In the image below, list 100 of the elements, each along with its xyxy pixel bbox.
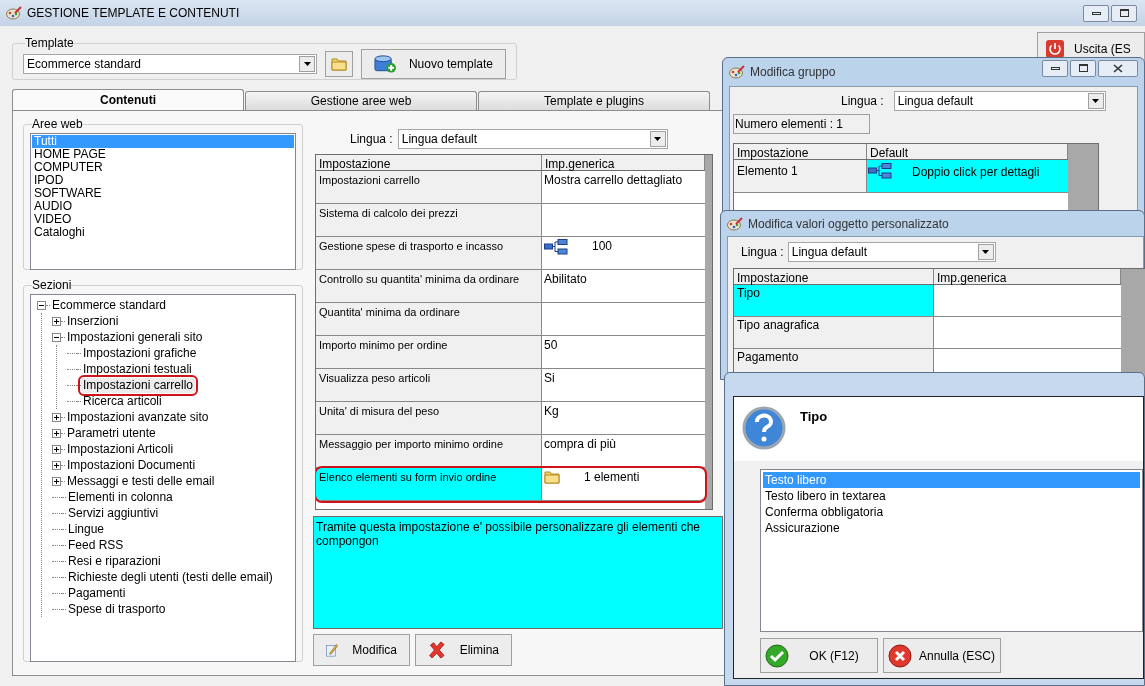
tree-item[interactable]: Servizi aggiuntivi	[66, 505, 161, 521]
palette-icon	[727, 216, 743, 231]
list-item[interactable]: Assicurazione	[763, 520, 1140, 536]
group-label: Aree web	[32, 116, 83, 133]
language-dropdown[interactable]: Lingua default	[893, 91, 1106, 111]
tab[interactable]: Contenuti	[12, 89, 244, 110]
cross-icon	[428, 639, 446, 661]
tree-item[interactable]: Pagamenti	[66, 585, 128, 601]
ok-button[interactable]: OK (F12)	[760, 638, 878, 673]
expand-icon[interactable]	[52, 444, 61, 454]
list-item[interactable]: HOME PAGE	[32, 148, 294, 161]
tab[interactable]: Gestione aree web	[245, 91, 477, 110]
table-cell[interactable]: Elemento 1	[734, 160, 867, 192]
edit-button[interactable]: Modifica	[313, 634, 410, 666]
tree-item[interactable]: Impostazioni Documenti	[65, 457, 198, 473]
expand-icon[interactable]	[52, 412, 61, 422]
expand-icon[interactable]	[52, 476, 61, 486]
table-cell[interactable]: Gestione spese di trasporto e incasso	[316, 237, 542, 269]
tree-item[interactable]: Impostazioni carrello	[81, 377, 196, 393]
delete-button[interactable]: Elimina	[415, 634, 512, 666]
maximize-icon	[1078, 64, 1088, 72]
table-cell[interactable]: Visualizza peso articoli	[316, 369, 542, 401]
tab[interactable]: Template e plugins	[478, 91, 710, 110]
list-item[interactable]: AUDIO	[32, 200, 294, 213]
group-label: Template	[25, 35, 74, 52]
column-header[interactable]: Imp.generica	[934, 269, 1121, 284]
collapse-icon[interactable]	[52, 332, 61, 342]
element-count: Numero elementi : 1	[733, 114, 870, 134]
cross-icon	[888, 643, 912, 668]
power-icon	[1046, 40, 1064, 58]
table-cell[interactable]: Tipo anagrafica	[734, 317, 934, 348]
table-cell[interactable]: Tipo	[734, 285, 934, 316]
language-dropdown[interactable]: Lingua default	[787, 242, 996, 262]
column-header[interactable]: Default	[867, 144, 1068, 159]
table-cell[interactable]: Sistema di calcolo dei prezzi	[316, 204, 542, 236]
tree-item[interactable]: Feed RSS	[66, 537, 126, 553]
table-cell[interactable]: Importo minimo per ordine	[316, 336, 542, 368]
tree-item[interactable]: Parametri utente	[65, 425, 158, 441]
language-dropdown[interactable]: Lingua default	[397, 129, 668, 149]
table-cell[interactable]: Doppio click per dettagli	[867, 160, 1068, 192]
table-cell[interactable]: Si	[544, 371, 555, 385]
language-label: Lingua :	[741, 244, 784, 261]
dialog-title: Modifica valori oggetto personalizzato	[748, 215, 949, 233]
tree-item[interactable]: Lingue	[66, 521, 107, 537]
list-item[interactable]: VIDEO	[32, 213, 294, 226]
table-cell[interactable]: Elenco elementi su form invio ordine	[316, 468, 542, 500]
table-cell[interactable]: Impostazioni carrello	[316, 171, 542, 203]
group-label: Sezioni	[32, 277, 72, 294]
tree-item[interactable]: Richieste degli utenti (testi delle email)	[66, 569, 275, 585]
list-item[interactable]: IPOD	[32, 174, 294, 187]
table-cell[interactable]: Abilitato	[544, 272, 587, 286]
expand-icon[interactable]	[52, 460, 61, 470]
table-cell[interactable]: Mostra carrello dettagliato	[544, 173, 683, 187]
tree-item[interactable]: Ricerca articoli	[81, 393, 164, 409]
tree-item[interactable]: Impostazioni avanzate sito	[65, 409, 211, 425]
table-cell[interactable]: Unita' di misura del peso	[316, 402, 542, 434]
tree-item[interactable]: Impostazioni testuali	[81, 361, 194, 377]
expand-icon[interactable]	[52, 428, 61, 438]
window-title: GESTIONE TEMPLATE E CONTENUTI	[27, 5, 240, 22]
new-template-button[interactable]: Nuovo template	[361, 48, 506, 79]
expand-icon[interactable]	[52, 316, 61, 326]
tree-item[interactable]: Inserzioni	[65, 313, 121, 329]
minimize-icon	[1091, 11, 1101, 15]
list-item[interactable]: Testo libero in textarea	[763, 488, 1140, 504]
list-item[interactable]: COMPUTER	[32, 161, 294, 174]
list-item[interactable]: SOFTWARE	[32, 187, 294, 200]
tree-item[interactable]: Spese di trasporto	[66, 601, 168, 617]
tree-item[interactable]: Impostazioni grafiche	[81, 345, 199, 361]
table-cell[interactable]: compra di più	[544, 437, 617, 451]
table-cell[interactable]: Messaggio per importo minimo ordine	[316, 435, 542, 467]
list-item[interactable]: Conferma obbligatoria	[763, 504, 1140, 520]
table-cell[interactable]: 50	[544, 338, 558, 352]
table-cell[interactable]: 100	[578, 239, 613, 253]
table-cell[interactable]: Controllo su quantita' minima da ordinare	[316, 270, 542, 302]
check-icon	[765, 643, 789, 668]
palette-icon	[729, 65, 745, 79]
collapse-icon[interactable]	[37, 300, 46, 310]
column-header[interactable]: Impostazione	[316, 155, 542, 170]
table-cell[interactable]: Quantita' minima da ordinare	[316, 303, 542, 335]
maximize-button[interactable]	[1111, 4, 1137, 22]
column-header[interactable]: Impostazione	[734, 269, 934, 284]
maximize-button[interactable]	[1070, 59, 1096, 77]
list-item[interactable]: Cataloghi	[32, 226, 294, 239]
minimize-button[interactable]	[1042, 59, 1068, 77]
close-button[interactable]	[1098, 59, 1138, 77]
column-header[interactable]: Imp.generica	[542, 155, 705, 170]
tree-item[interactable]: Ecommerce standard	[50, 297, 169, 313]
table-cell[interactable]: 1 elementi	[570, 470, 640, 484]
tree-item[interactable]: Impostazioni generali sito	[65, 329, 205, 345]
minimize-icon	[1050, 66, 1060, 70]
cancel-button[interactable]: Annulla (ESC)	[883, 638, 1001, 673]
tree-item[interactable]: Resi e riparazioni	[66, 553, 163, 569]
column-header[interactable]: Impostazione	[734, 144, 867, 159]
tree-item[interactable]: Elementi in colonna	[66, 489, 175, 505]
template-dropdown[interactable]: Ecommerce standard	[23, 53, 317, 74]
dialog-heading: Tipo	[800, 408, 828, 426]
minimize-button[interactable]	[1083, 4, 1109, 22]
tree-item[interactable]: Messaggi e testi delle email	[65, 473, 217, 489]
table-cell[interactable]: Kg	[544, 404, 559, 418]
tree-item[interactable]: Impostazioni Articoli	[65, 441, 176, 457]
